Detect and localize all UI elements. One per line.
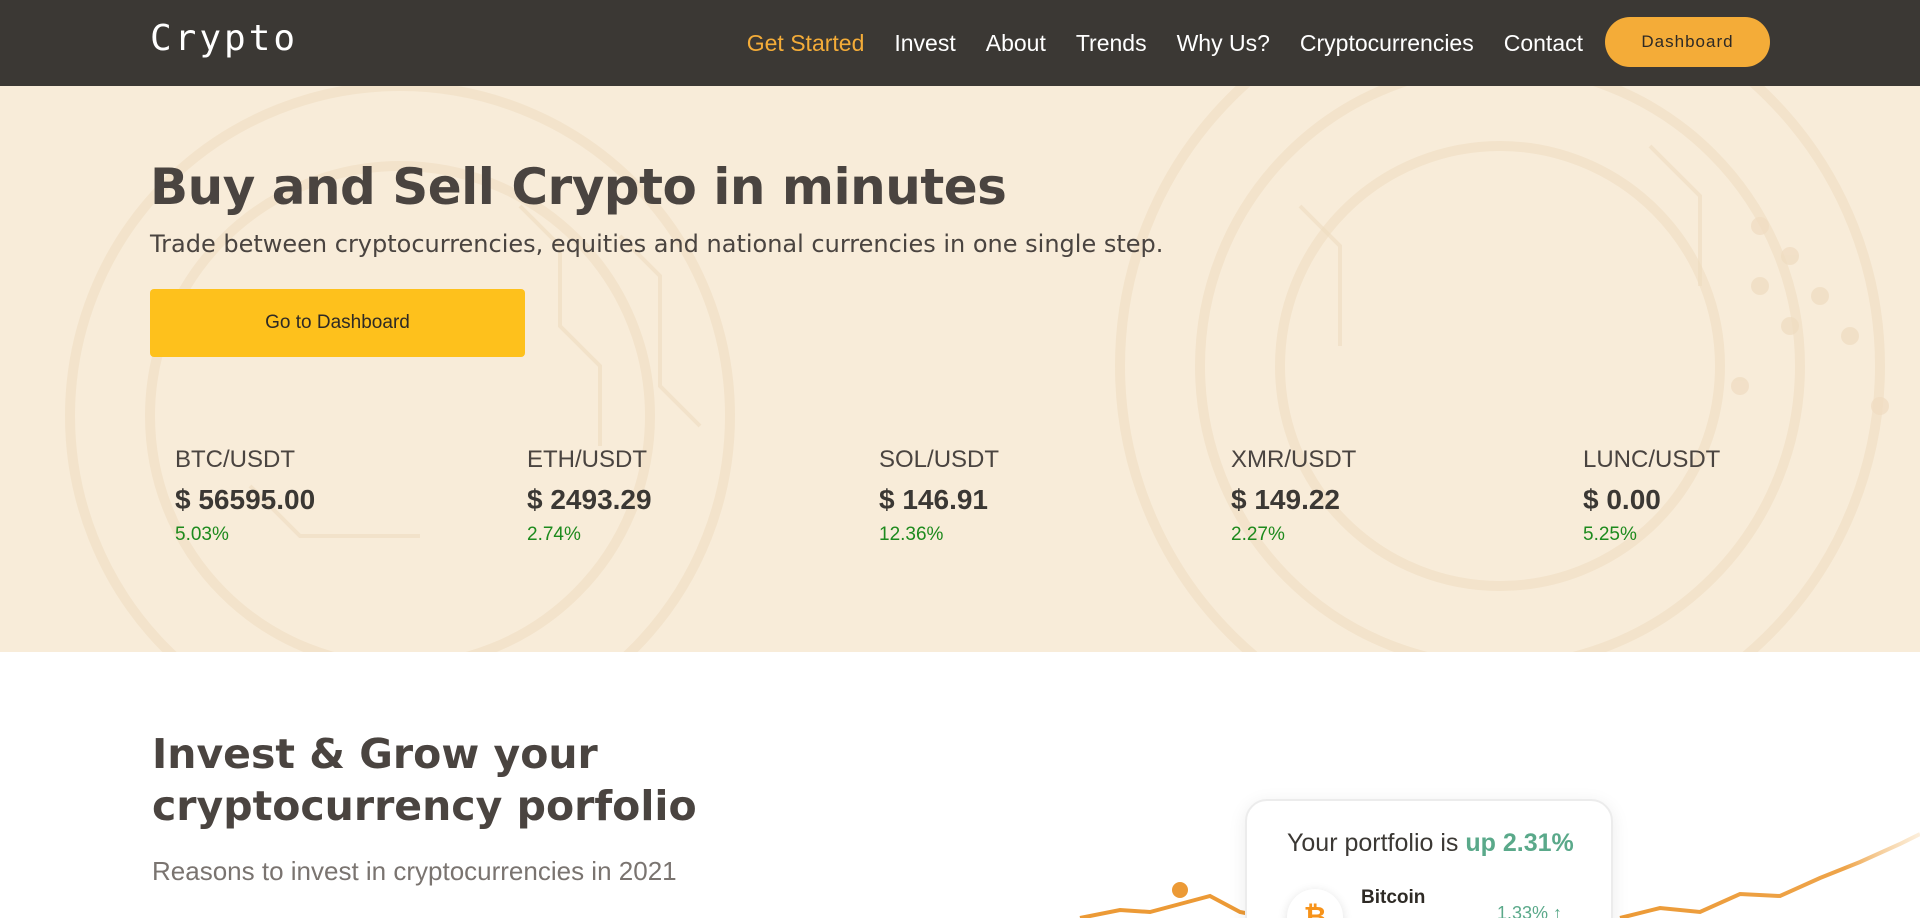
ticker-price: $ 2493.29 [527,484,652,515]
ticker-eth[interactable]: ETH/USDT $ 2493.29 2.74% [527,446,827,546]
nav-link-get-started[interactable]: Get Started [747,30,865,57]
nav-link-cryptocurrencies[interactable]: Cryptocurrencies [1300,30,1474,57]
ticker-change: 12.36% [879,524,944,545]
ticker-lunc[interactable]: LUNC/USDT $ 0.00 5.25% [1583,446,1883,546]
invest-section: Invest & Grow your cryptocurrency porfol… [0,652,1920,918]
coin-change: 1.33% ↑ [1497,903,1563,918]
nav-link-trends[interactable]: Trends [1076,30,1147,57]
hero-subtitle: Trade between cryptocurrencies, equities… [150,230,1164,258]
portfolio-card: Your portfolio is up 2.31% ₿ Bitcoin 1.3… [1245,799,1613,918]
ticker-price: $ 56595.00 [175,484,316,515]
ticker-change: 2.74% [527,524,581,545]
coin-name: Bitcoin [1361,887,1426,908]
nav-link-about[interactable]: About [986,30,1046,57]
trend-line-left [1079,893,1271,918]
nav-link-contact[interactable]: Contact [1504,30,1583,57]
ticker-change: 2.27% [1231,524,1285,545]
invest-subtitle: Reasons to invest in cryptocurrencies in… [152,856,677,886]
brand-logo[interactable]: Crypto [150,18,298,59]
ticker-btc[interactable]: BTC/USDT $ 56595.00 5.03% [175,446,475,546]
ticker-pair: ETH/USDT [527,446,647,473]
nav-link-invest[interactable]: Invest [894,30,955,57]
trend-line-right [1619,832,1920,918]
ticker-price: $ 0.00 [1583,484,1661,515]
ticker-price: $ 149.22 [1231,484,1340,515]
nav-link-why-us[interactable]: Why Us? [1177,30,1270,57]
hero-title: Buy and Sell Crypto in minutes [150,158,1007,216]
portfolio-title-prefix: Your portfolio is [1287,829,1459,857]
trend-point [1172,882,1188,898]
main-nav: Get Started Invest About Trends Why Us? … [717,0,1583,86]
ticker-pair: SOL/USDT [879,446,1000,473]
ticker-price: $ 146.91 [879,484,988,515]
navbar: Crypto Get Started Invest About Trends W… [0,0,1920,86]
ticker-pair: BTC/USDT [175,446,295,473]
ticker-xmr[interactable]: XMR/USDT $ 149.22 2.27% [1231,446,1531,546]
ticker-change: 5.03% [175,524,229,545]
hero-section: Buy and Sell Crypto in minutes Trade bet… [0,86,1920,652]
ticker-sol[interactable]: SOL/USDT $ 146.91 12.36% [879,446,1179,546]
portfolio-card-title: Your portfolio is up 2.31% [1287,829,1574,858]
go-to-dashboard-button[interactable]: Go to Dashboard [150,289,525,357]
portfolio-title-highlight: up 2.31% [1465,829,1574,857]
invest-title: Invest & Grow your cryptocurrency porfol… [152,730,697,830]
ticker-pair: XMR/USDT [1231,446,1357,473]
ticker-pair: LUNC/USDT [1583,446,1721,473]
bitcoin-icon: ₿ [1287,889,1343,918]
ticker-change: 5.25% [1583,524,1637,545]
dashboard-button[interactable]: Dashboard [1605,17,1770,67]
